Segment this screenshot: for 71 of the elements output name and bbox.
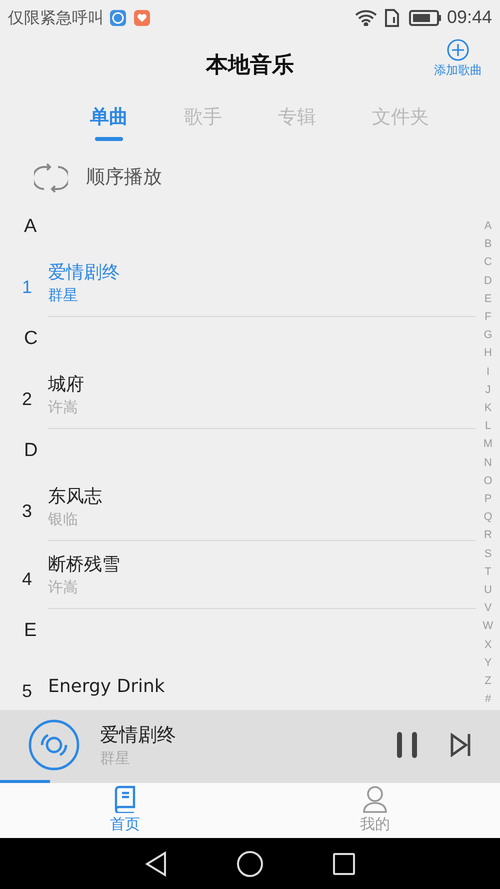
song-title: 东风志	[48, 484, 103, 508]
index-letter[interactable]: E	[484, 290, 492, 308]
back-icon[interactable]	[144, 850, 168, 876]
index-letter[interactable]: B	[484, 235, 492, 254]
index-letter[interactable]: N	[484, 454, 492, 472]
now-playing-title: 爱情剧终	[100, 723, 177, 748]
artist-name: 许嵩	[48, 576, 79, 596]
add-song-button[interactable]: 添加歌曲	[434, 39, 482, 79]
book-icon	[112, 785, 138, 814]
song-title: 城府	[48, 372, 85, 396]
index-letter[interactable]: R	[484, 526, 492, 545]
index-letter[interactable]: X	[484, 636, 492, 654]
heart-app-icon	[134, 10, 150, 26]
index-letter[interactable]: J	[485, 380, 491, 400]
index-letter[interactable]: Z	[484, 672, 492, 690]
track-number: 1	[21, 276, 34, 298]
index-letter[interactable]: S	[484, 544, 492, 563]
home-icon[interactable]	[236, 850, 264, 878]
index-letter[interactable]: A	[484, 217, 492, 236]
sim-card-icon	[384, 8, 399, 26]
index-letter[interactable]: V	[484, 599, 492, 618]
section-letter: C	[24, 326, 38, 351]
pause-button[interactable]	[396, 731, 420, 759]
artist-name: 银临	[48, 508, 79, 528]
index-letter[interactable]: O	[484, 472, 492, 490]
index-letter[interactable]: H	[484, 344, 492, 363]
music-app-icon	[110, 10, 126, 26]
index-letter[interactable]: F	[484, 308, 492, 326]
clock-text: 09:44	[446, 6, 492, 29]
skip-next-icon	[450, 733, 472, 757]
tab[interactable]: 单曲	[76, 95, 142, 150]
index-letter[interactable]: Y	[484, 654, 492, 672]
section-letter: D	[24, 438, 38, 463]
section-letter: E	[24, 618, 37, 643]
play-mode-button[interactable]: 顺序播放	[34, 162, 162, 192]
index-letter[interactable]: G	[484, 326, 492, 344]
artist-name: 许嵩	[48, 396, 79, 416]
battery-icon	[408, 10, 441, 26]
song-title: Energy Drink	[48, 674, 166, 698]
track-number: 2	[21, 388, 34, 410]
artist-name: 群星	[48, 284, 79, 304]
section-letter: A	[24, 214, 37, 239]
index-letter[interactable]: W	[482, 617, 494, 636]
recents-icon[interactable]	[332, 852, 356, 876]
pause-icon	[396, 731, 420, 759]
wifi-icon	[354, 10, 377, 26]
person-icon	[362, 785, 388, 814]
nav-tab[interactable]: 我的	[250, 783, 500, 838]
track-number: 5	[21, 680, 34, 702]
repeat-icon	[34, 162, 68, 192]
index-letter[interactable]: #	[484, 690, 492, 708]
nav-tab[interactable]: 首页	[0, 783, 250, 838]
index-letter[interactable]: U	[484, 581, 492, 600]
plus-circle-icon	[447, 39, 469, 61]
song-title: 断桥残雪	[48, 552, 121, 576]
index-letter[interactable]: D	[484, 272, 492, 290]
index-letter[interactable]: P	[484, 490, 492, 508]
index-letter[interactable]: I	[486, 362, 490, 381]
index-letter[interactable]: Q	[484, 508, 492, 526]
index-letter[interactable]: M	[483, 435, 493, 454]
carrier-text: 仅限紧急呼叫	[8, 6, 104, 28]
track-number: 4	[21, 568, 34, 590]
index-letter[interactable]: T	[484, 562, 492, 582]
track-number: 3	[21, 500, 34, 522]
song-title: 爱情剧终	[48, 260, 121, 284]
next-button[interactable]	[450, 733, 472, 757]
page-title: 本地音乐	[206, 52, 294, 80]
index-letter[interactable]: C	[484, 253, 492, 272]
disc-icon[interactable]	[28, 719, 80, 771]
index-letter[interactable]: K	[484, 399, 492, 418]
index-letter[interactable]: L	[484, 417, 492, 436]
